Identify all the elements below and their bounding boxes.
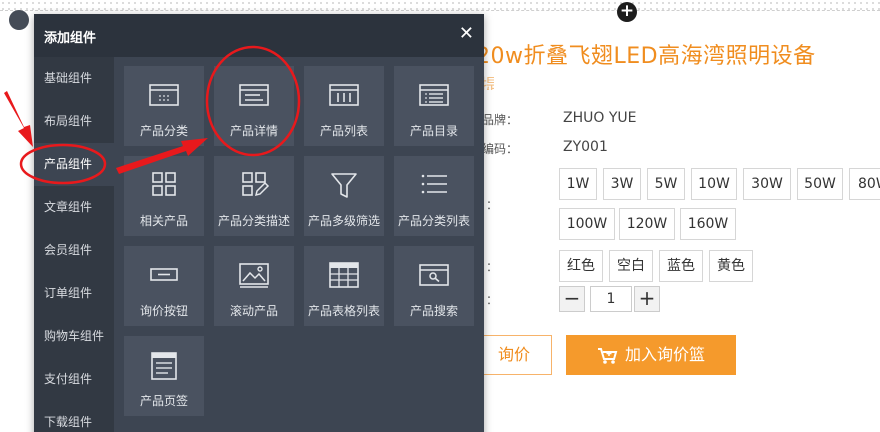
sidebar-item-basic[interactable]: 基础组件 bbox=[34, 57, 114, 100]
sidebar-item-order[interactable]: 订单组件 bbox=[34, 272, 114, 315]
tile-label: 产品搜索 bbox=[409, 304, 458, 318]
power-option[interactable]: 100W bbox=[559, 208, 615, 240]
tile-label: 产品分类描述 bbox=[217, 214, 290, 228]
code-value: ZY001 bbox=[563, 139, 608, 155]
product-category-icon bbox=[149, 84, 179, 106]
tile-product-search[interactable]: 产品搜索 bbox=[394, 246, 474, 326]
sidebar-item-payment[interactable]: 支付组件 bbox=[34, 358, 114, 401]
tile-label: 滚动产品 bbox=[229, 304, 278, 318]
scrolling-products-icon bbox=[239, 263, 269, 288]
tile-label: 产品目录 bbox=[409, 124, 458, 138]
sidebar-item-download[interactable]: 下载组件 bbox=[34, 401, 114, 432]
top-dotted-border bbox=[0, 0, 880, 10]
tile-category-list[interactable]: 产品分类列表 bbox=[394, 156, 474, 236]
tile-multi-level-filter[interactable]: 产品多级筛选 bbox=[304, 156, 384, 236]
tile-label: 产品分类列表 bbox=[397, 214, 470, 228]
tile-label: 产品分类 bbox=[139, 124, 188, 138]
sidebar-item-member[interactable]: 会员组件 bbox=[34, 229, 114, 272]
tile-table-list[interactable]: 产品表格列表 bbox=[304, 246, 384, 326]
color-option[interactable]: 蓝色 bbox=[659, 250, 703, 282]
add-component-dialog: 添加组件 ✕ 基础组件 布局组件 产品组件 文章组件 会员组件 订单组件 购物车… bbox=[34, 14, 484, 432]
product-detail-icon bbox=[239, 84, 269, 106]
power-option[interactable]: 3W bbox=[603, 168, 641, 200]
tile-label: 产品详情 bbox=[229, 124, 278, 138]
dialog-header: 添加组件 ✕ bbox=[34, 14, 484, 57]
close-icon[interactable]: ✕ bbox=[459, 23, 474, 45]
category-list-icon bbox=[421, 174, 447, 194]
cart-button-label: 加入询价篮 bbox=[624, 345, 705, 364]
color-option[interactable]: 红色 bbox=[559, 250, 603, 282]
color-label: ： bbox=[486, 260, 499, 274]
tile-related-products[interactable]: 相关产品 bbox=[124, 156, 204, 236]
color-option[interactable]: 黄色 bbox=[709, 250, 753, 282]
tile-label: 产品页签 bbox=[139, 394, 188, 408]
tile-label: 产品列表 bbox=[319, 124, 368, 138]
power-option[interactable]: 160W bbox=[680, 208, 736, 240]
inquiry-button[interactable]: 询价 bbox=[476, 335, 552, 375]
inquiry-button-icon bbox=[150, 268, 178, 281]
tile-label: 产品多级筛选 bbox=[307, 214, 380, 228]
tile-product-tabs[interactable]: 产品页签 bbox=[124, 336, 204, 416]
power-option[interactable]: 5W bbox=[647, 168, 685, 200]
cart-icon bbox=[597, 347, 618, 364]
sidebar-item-article[interactable]: 文章组件 bbox=[34, 186, 114, 229]
sidebar-item-product[interactable]: 产品组件 bbox=[34, 143, 114, 186]
tile-product-detail[interactable]: 产品详情 bbox=[214, 66, 294, 146]
product-list-icon bbox=[329, 84, 359, 106]
add-to-inquiry-basket-button[interactable]: 加入询价篮 bbox=[566, 335, 736, 375]
power-option[interactable]: 50W bbox=[797, 168, 843, 200]
table-list-icon bbox=[329, 262, 359, 288]
color-option[interactable]: 空白 bbox=[609, 250, 653, 282]
quantity-increase-button[interactable]: + bbox=[634, 286, 660, 312]
add-component-button[interactable]: + bbox=[617, 2, 637, 22]
drag-handle[interactable] bbox=[9, 10, 29, 30]
page: + 20w折叠飞翅LED高海湾照明设备 提 品牌： ZHUO YUE 编码： Z… bbox=[0, 0, 880, 432]
quantity-input[interactable]: 1 bbox=[590, 286, 632, 312]
brand-label: 品牌： bbox=[482, 113, 519, 127]
power-option[interactable]: 80W bbox=[849, 168, 880, 200]
filter-icon bbox=[331, 173, 357, 198]
tile-product-catalog[interactable]: 产品目录 bbox=[394, 66, 474, 146]
power-option[interactable]: 1W bbox=[559, 168, 597, 200]
product-catalog-icon bbox=[419, 84, 449, 106]
product-title: 20w折叠飞翅LED高海湾照明设备 bbox=[476, 44, 816, 69]
category-description-icon bbox=[242, 172, 270, 197]
power-label: ： bbox=[486, 198, 499, 212]
tile-inquiry-button[interactable]: 询价按钮 bbox=[124, 246, 204, 326]
tile-scrolling-products[interactable]: 滚动产品 bbox=[214, 246, 294, 326]
tile-label: 产品表格列表 bbox=[307, 304, 380, 318]
power-option[interactable]: 10W bbox=[691, 168, 737, 200]
product-tabs-icon bbox=[151, 352, 177, 380]
component-category-sidebar: 基础组件 布局组件 产品组件 文章组件 会员组件 订单组件 购物车组件 支付组件… bbox=[34, 57, 114, 432]
sidebar-item-layout[interactable]: 布局组件 bbox=[34, 100, 114, 143]
tile-category-description[interactable]: 产品分类描述 bbox=[214, 156, 294, 236]
quantity-decrease-button[interactable]: − bbox=[559, 286, 585, 312]
tile-product-list[interactable]: 产品列表 bbox=[304, 66, 384, 146]
tile-product-category[interactable]: 产品分类 bbox=[124, 66, 204, 146]
dialog-title: 添加组件 bbox=[44, 31, 97, 46]
product-search-icon bbox=[419, 264, 449, 286]
brand-value: ZHUO YUE bbox=[563, 110, 637, 126]
related-products-icon bbox=[152, 172, 176, 196]
quantity-label: ： bbox=[486, 293, 499, 307]
code-label: 编码： bbox=[482, 142, 519, 156]
power-option[interactable]: 120W bbox=[619, 208, 675, 240]
arrow-left bbox=[4, 91, 33, 147]
tile-label: 相关产品 bbox=[139, 214, 188, 228]
sidebar-item-cart[interactable]: 购物车组件 bbox=[34, 315, 114, 358]
power-option[interactable]: 30W bbox=[743, 168, 791, 200]
section-divider bbox=[0, 10, 880, 11]
tile-label: 询价按钮 bbox=[139, 304, 188, 318]
